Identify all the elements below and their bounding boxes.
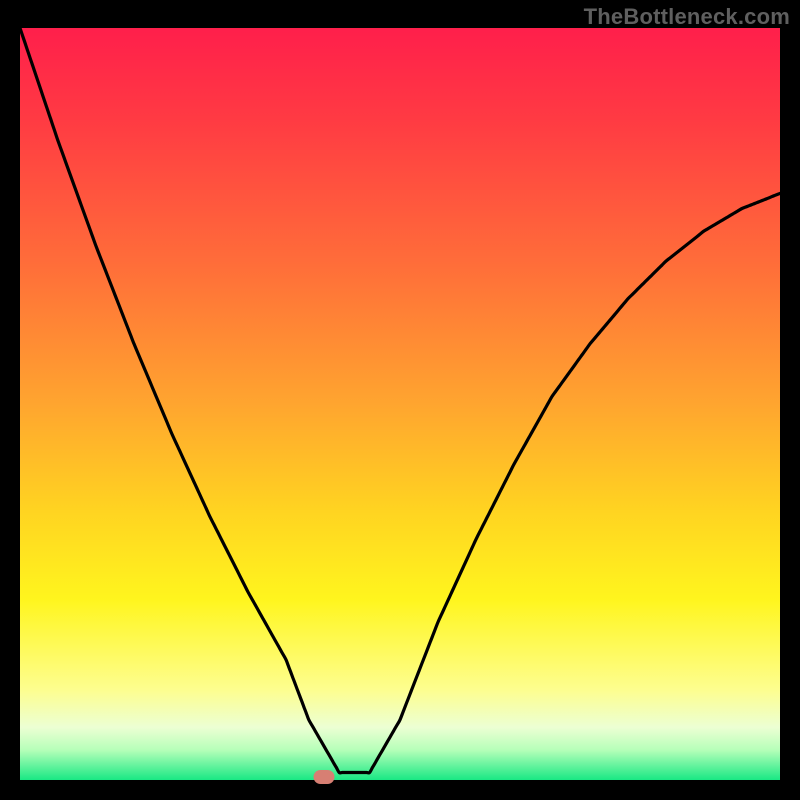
chart-frame: TheBottleneck.com [0,0,800,800]
watermark-text: TheBottleneck.com [584,4,790,30]
curve-svg [20,28,780,780]
bottleneck-curve [20,28,780,773]
bottleneck-marker-icon [314,770,335,784]
